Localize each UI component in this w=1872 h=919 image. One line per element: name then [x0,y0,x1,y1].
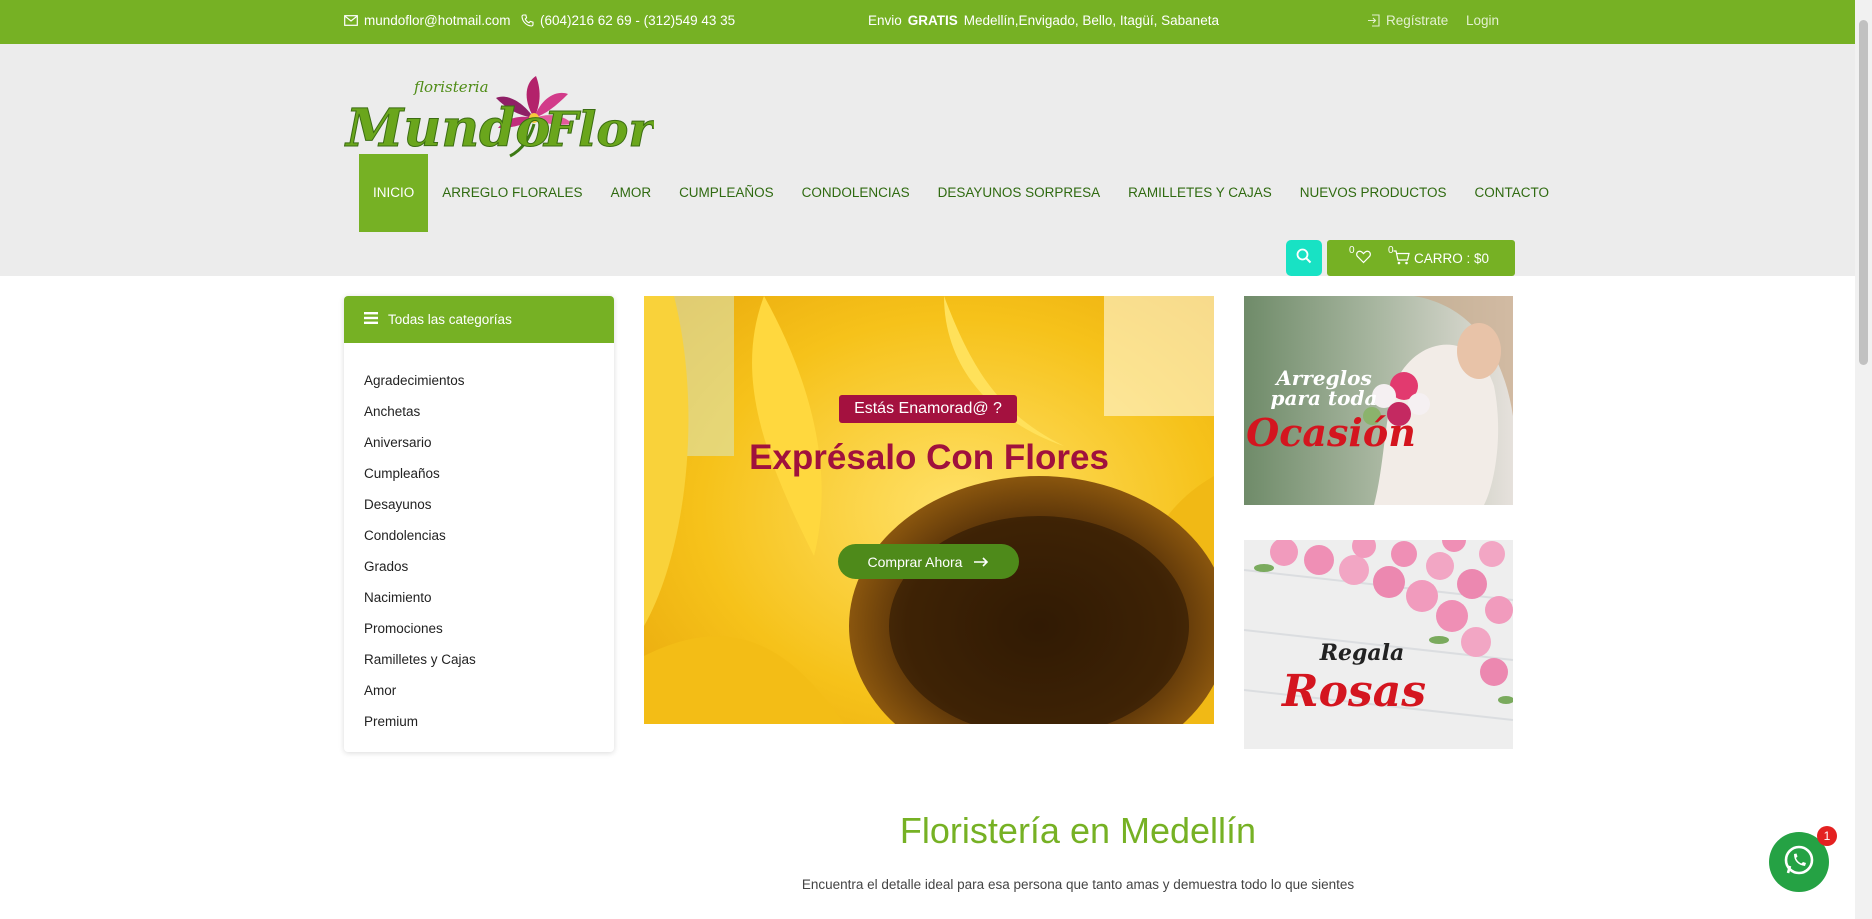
nav-item-desayunos-sorpresa[interactable]: DESAYUNOS SORPRESA [924,154,1115,232]
scrollbar-thumb[interactable] [1859,20,1868,365]
nav-item-ramilletes-y-cajas[interactable]: RAMILLETES Y CAJAS [1114,154,1286,232]
svg-text:Mundo: Mundo [344,98,550,159]
category-item-nacimiento[interactable]: Nacimiento [364,582,614,613]
email-contact[interactable]: mundoflor@hotmail.com [344,13,511,28]
register-label: Regístrate [1386,13,1449,28]
phone-text: (604)216 62 69 - (312)549 43 35 [540,13,736,28]
category-sidebar: Todas las categorías Agradecimientos Anc… [344,296,614,752]
cart-total-label[interactable]: CARRO : $0 [1414,251,1489,266]
category-item-promociones[interactable]: Promociones [364,613,614,644]
category-item-premium[interactable]: Premium [364,706,614,737]
nav-item-nuevos-productos[interactable]: NUEVOS PRODUCTOS [1286,154,1461,232]
banner-regala-text: Regala [1319,640,1405,666]
envelope-icon [344,15,358,26]
nav-item-cumpleanos[interactable]: CUMPLEAÑOS [665,154,788,232]
category-item-grados[interactable]: Grados [364,551,614,582]
banner-ocasion-text: Ocasión [1246,410,1416,455]
hero-slider[interactable]: Estás Enamorad@ ? Exprésalo Con Flores C… [644,296,1214,724]
nav-item-contacto[interactable]: CONTACTO [1461,154,1564,232]
occasion-banner[interactable]: Arreglos para toda Ocasión [1244,296,1513,505]
category-item-cumpleanos[interactable]: Cumpleaños [364,458,614,489]
menu-lines-icon [364,312,378,327]
email-text: mundoflor@hotmail.com [364,13,511,28]
nav-item-amor[interactable]: AMOR [597,154,666,232]
site-header: floristeria Mundo Flor INICIO ARREGLO FL… [0,44,1855,276]
categories-header[interactable]: Todas las categorías [344,296,614,343]
sunflower-image [644,296,1214,724]
banner-arreglos-text: Arreglos [1276,366,1372,390]
promo-rest: Medellín,Envigado, Bello, Itagüí, Sabane… [963,13,1219,28]
category-list: Agradecimientos Anchetas Aniversario Cum… [344,343,614,737]
login-label: Login [1466,13,1500,28]
main-navigation: INICIO ARREGLO FLORALES AMOR CUMPLEAÑOS … [359,154,1563,232]
login-enter-icon [1367,14,1380,27]
nav-item-inicio[interactable]: INICIO [359,154,429,232]
cart-area: 0 0 CARRO : $0 [1327,240,1515,276]
category-item-amor[interactable]: Amor [364,675,614,706]
mundo-flor-logo[interactable]: floristeria Mundo Flor [344,68,658,164]
search-icon [1296,248,1312,269]
svg-text:Flor: Flor [542,102,654,158]
top-bar: mundoflor@hotmail.com (604)216 62 69 - (… [0,0,1855,44]
nav-item-arreglo-florales[interactable]: ARREGLO FLORALES [428,154,596,232]
category-item-aniversario[interactable]: Aniversario [364,427,614,458]
section-subtitle: Encuentra el detalle ideal para esa pers… [801,877,1355,892]
category-item-anchetas[interactable]: Anchetas [364,396,614,427]
roses-banner[interactable]: Regala Rosas [1244,540,1513,749]
phone-contact[interactable]: (604)216 62 69 - (312)549 43 35 [521,13,735,28]
arrow-right-icon [974,554,989,570]
wishlist-count: 0 [1349,245,1355,256]
page-scrollbar[interactable] [1855,0,1872,919]
section-title: Floristería en Medellín [899,810,1257,851]
search-button[interactable] [1286,240,1322,276]
hero-title: Exprésalo Con Flores [749,438,1109,477]
shopping-cart-icon[interactable] [1393,250,1410,268]
free-shipping-promo: Envio GRATIS Medellín,Envigado, Bello, Ita… [868,13,1219,28]
shop-now-label: Comprar Ahora [867,553,963,570]
category-item-ramilletes-y-cajas[interactable]: Ramilletes y Cajas [364,644,614,675]
svg-text:floristeria: floristeria [413,78,489,96]
phone-icon [521,14,534,27]
category-item-condolencias[interactable]: Condolencias [364,520,614,551]
login-link[interactable]: Login [1466,13,1499,28]
banner-para-toda-text: para toda [1270,386,1378,410]
promo-prefix: Envio [868,13,902,28]
hero-tag: Estás Enamorad@ ? [839,395,1017,423]
heart-icon[interactable] [1356,250,1371,267]
nav-item-condolencias[interactable]: CONDOLENCIAS [788,154,924,232]
shop-now-button[interactable]: Comprar Ahora [838,544,1019,579]
whatsapp-button[interactable]: 1 [1769,826,1837,892]
whatsapp-icon [1782,843,1816,882]
notification-badge: 1 [1817,826,1837,846]
banner-rosas-text: Rosas [1282,666,1426,717]
category-item-desayunos[interactable]: Desayunos [364,489,614,520]
promo-bold: GRATIS [907,13,958,28]
categories-title: Todas las categorías [388,312,512,327]
register-link[interactable]: Regístrate [1367,13,1448,28]
category-item-agradecimientos[interactable]: Agradecimientos [364,365,614,396]
